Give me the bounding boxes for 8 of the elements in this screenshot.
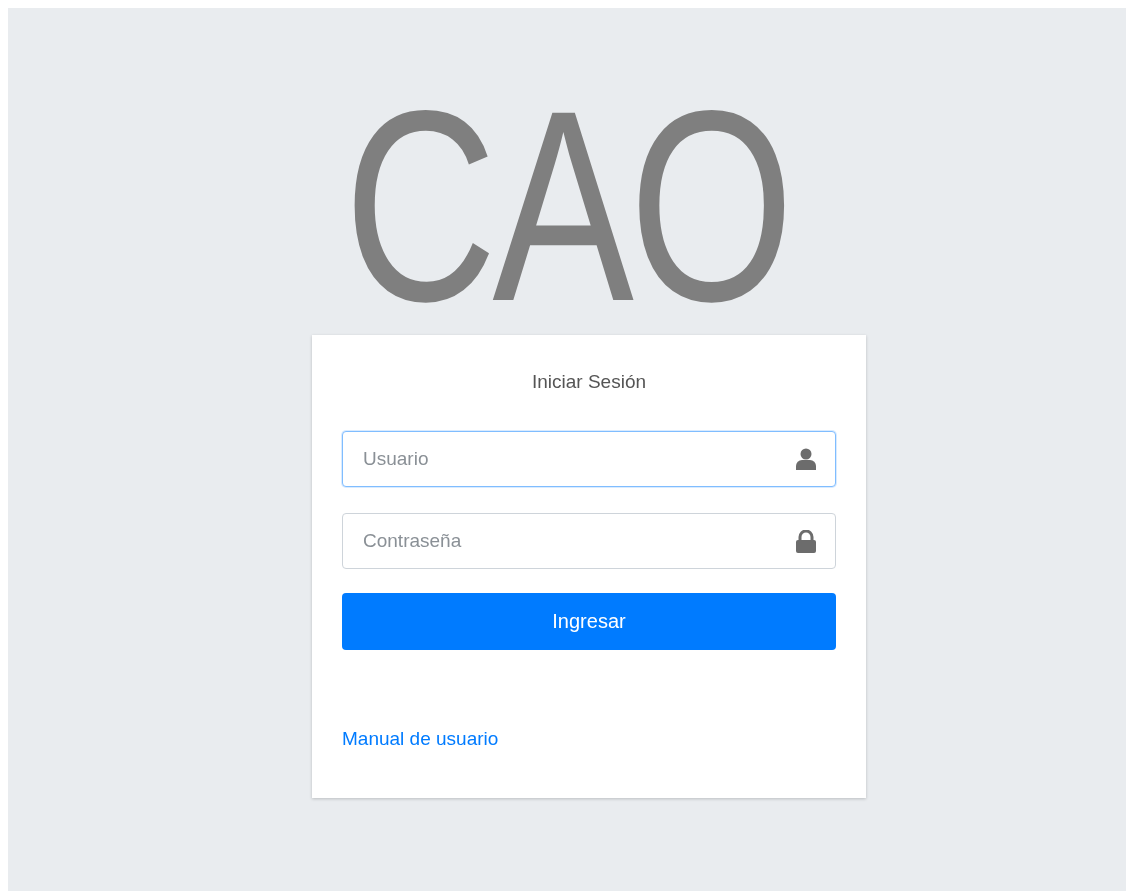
- login-button[interactable]: Ingresar: [342, 593, 836, 650]
- username-field[interactable]: Usuario: [342, 431, 836, 487]
- user-manual-link[interactable]: Manual de usuario: [342, 728, 499, 750]
- password-field[interactable]: Contraseña: [342, 513, 836, 569]
- lock-icon: [796, 530, 816, 553]
- logo: CAO: [344, 96, 790, 316]
- user-icon: [796, 448, 816, 470]
- login-title: Iniciar Sesión: [530, 371, 648, 393]
